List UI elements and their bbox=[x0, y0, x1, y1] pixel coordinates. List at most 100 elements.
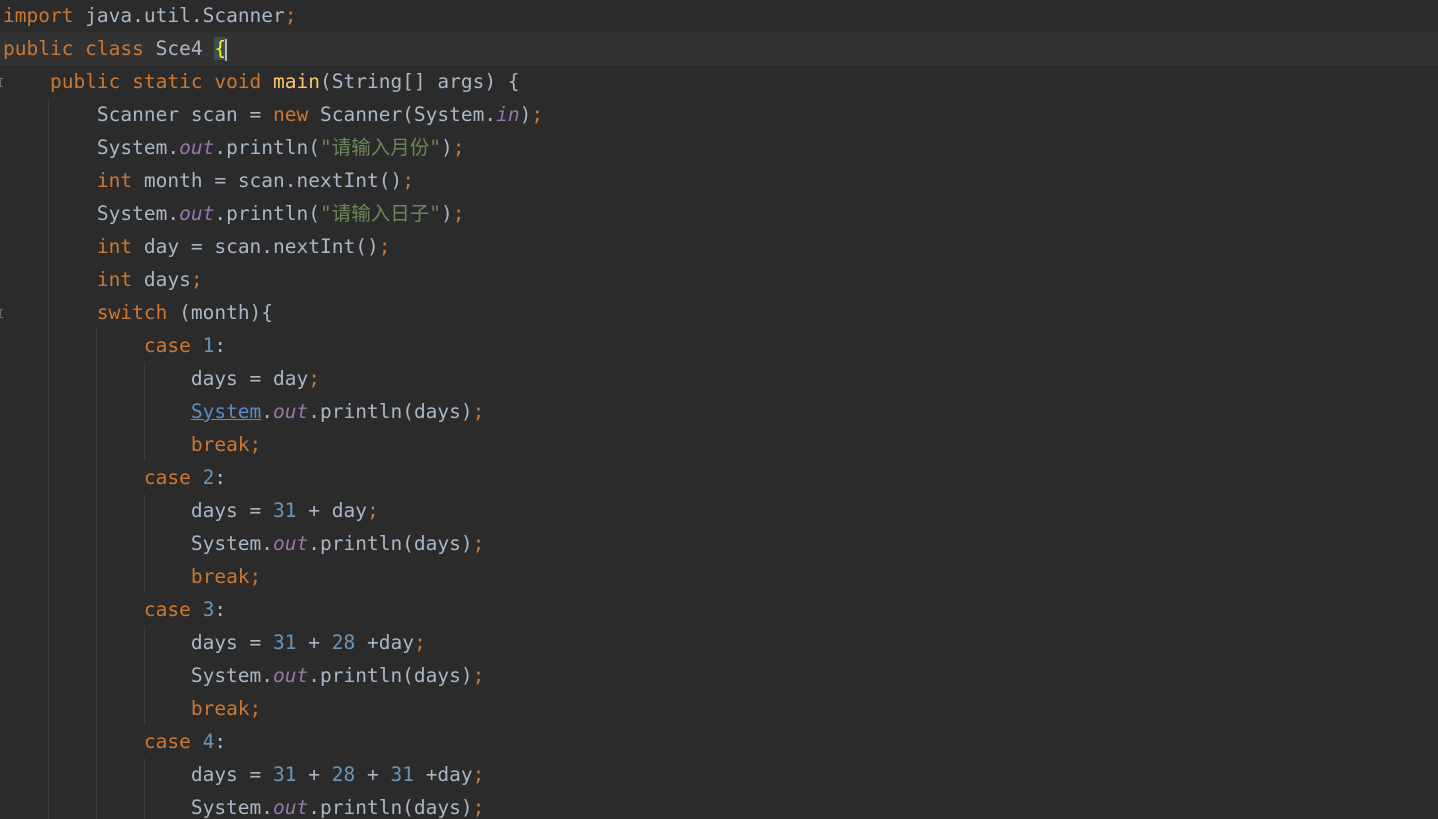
code-token: day = scan.nextInt() bbox=[132, 235, 379, 258]
code-token: out bbox=[273, 796, 309, 819]
code-line[interactable]: import java.util.Scanner; bbox=[0, 0, 1438, 32]
code-token: in bbox=[496, 103, 520, 126]
code-line[interactable]: case 3: bbox=[0, 593, 1438, 626]
code-line[interactable]: int days; bbox=[0, 263, 1438, 296]
code-token: .println( bbox=[214, 202, 321, 225]
code-text: System.out.println(days); bbox=[3, 527, 485, 560]
code-token: ; bbox=[472, 664, 485, 687]
code-text: days = 31 + 28 +day; bbox=[3, 626, 426, 659]
code-token: case bbox=[143, 334, 191, 357]
code-editor[interactable]: import java.util.Scanner; public class Sc… bbox=[0, 0, 1438, 819]
code-line[interactable]: days = 31 + 28 + 31 +day; bbox=[0, 758, 1438, 791]
code-token: 31 bbox=[273, 499, 297, 522]
code-line[interactable]: System.out.println("请输入月份"); bbox=[0, 131, 1438, 164]
code-token: +day bbox=[413, 763, 473, 786]
code-text: case 1: bbox=[3, 329, 226, 362]
code-token: + day bbox=[296, 499, 367, 522]
code-text: int days; bbox=[3, 263, 203, 296]
class-reference-link[interactable]: System bbox=[191, 400, 261, 423]
code-token: 3 bbox=[202, 598, 215, 621]
code-text: System.out.println("请输入月份"); bbox=[3, 131, 465, 164]
code-token: System. bbox=[3, 136, 180, 159]
code-token: . bbox=[261, 400, 274, 423]
code-token: + bbox=[296, 631, 332, 654]
code-line[interactable]: System.out.println("请输入日子"); bbox=[0, 197, 1438, 230]
code-token: ; bbox=[472, 763, 485, 786]
code-line[interactable]: Scanner scan = new Scanner(System.in); bbox=[0, 98, 1438, 131]
code-text: days = 31 + 28 + 31 +day; bbox=[3, 758, 485, 791]
code-line[interactable]: System.out.println(days); bbox=[0, 659, 1438, 692]
code-token: out bbox=[273, 400, 309, 423]
code-token: .println(days) bbox=[308, 664, 473, 687]
code-text: break; bbox=[3, 560, 261, 593]
code-token: : bbox=[214, 598, 227, 621]
code-token: int bbox=[96, 268, 133, 291]
code-line[interactable]: System.out.println(days); bbox=[0, 791, 1438, 819]
code-line[interactable]: case 4: bbox=[0, 725, 1438, 758]
code-line[interactable]: case 2: bbox=[0, 461, 1438, 494]
code-text: case 3: bbox=[3, 593, 226, 626]
code-token: ; bbox=[472, 532, 485, 555]
code-line[interactable]: public static void main(String[] args) { bbox=[0, 65, 1438, 98]
code-token: .println(days) bbox=[308, 796, 473, 819]
code-token: switch bbox=[96, 301, 168, 324]
code-token: ; bbox=[452, 136, 465, 159]
fold-marker-icon[interactable] bbox=[0, 78, 3, 87]
fold-marker-icon[interactable] bbox=[0, 309, 3, 318]
code-text: days = day; bbox=[3, 362, 320, 395]
code-token: (String[] args) { bbox=[320, 70, 520, 93]
code-token: ; bbox=[308, 367, 320, 390]
code-line[interactable]: case 1: bbox=[0, 329, 1438, 362]
code-text: System.out.println(days); bbox=[3, 395, 485, 428]
code-line[interactable]: days = 31 + 28 +day; bbox=[0, 626, 1438, 659]
code-line[interactable]: break; bbox=[0, 692, 1438, 725]
code-token: ; bbox=[472, 400, 485, 423]
code-token: 31 bbox=[273, 631, 297, 654]
code-token: days = bbox=[3, 499, 274, 522]
code-token: import bbox=[3, 4, 74, 27]
code-token: ; bbox=[366, 499, 379, 522]
code-line[interactable]: days = 31 + day; bbox=[0, 494, 1438, 527]
code-token: System. bbox=[3, 664, 274, 687]
code-line[interactable]: days = day; bbox=[0, 362, 1438, 395]
code-token: .println(days) bbox=[308, 400, 473, 423]
code-text: days = 31 + day; bbox=[3, 494, 379, 527]
code-line[interactable]: break; bbox=[0, 560, 1438, 593]
code-token: case bbox=[143, 598, 191, 621]
code-line[interactable]: public class Sce4 { bbox=[0, 32, 1438, 65]
code-token: java.util.Scanner bbox=[73, 4, 285, 27]
code-token: main bbox=[273, 70, 321, 93]
code-token: .println(days) bbox=[308, 532, 473, 555]
code-text: Scanner scan = new Scanner(System.in); bbox=[3, 98, 543, 131]
code-token: days bbox=[132, 268, 191, 291]
code-token: ; bbox=[378, 235, 391, 258]
code-token: days = day bbox=[3, 367, 309, 390]
code-token: .println( bbox=[214, 136, 321, 159]
code-token: month = scan.nextInt() bbox=[132, 169, 403, 192]
code-line[interactable]: int day = scan.nextInt(); bbox=[0, 230, 1438, 263]
code-text: System.out.println(days); bbox=[3, 791, 485, 819]
code-line[interactable]: break; bbox=[0, 428, 1438, 461]
code-token: ; bbox=[472, 796, 485, 819]
code-token: 31 bbox=[273, 763, 297, 786]
code-token: new bbox=[273, 103, 309, 126]
code-token: ; bbox=[284, 4, 297, 27]
code-line[interactable]: switch (month){ bbox=[0, 296, 1438, 329]
code-token: 1 bbox=[202, 334, 215, 357]
code-line[interactable]: System.out.println(days); bbox=[0, 527, 1438, 560]
code-line[interactable]: int month = scan.nextInt(); bbox=[0, 164, 1438, 197]
code-token: out bbox=[179, 202, 215, 225]
code-line[interactable]: System.out.println(days); bbox=[0, 395, 1438, 428]
code-token: 28 bbox=[331, 631, 356, 654]
code-token: (month){ bbox=[167, 301, 274, 324]
code-token: break; bbox=[190, 433, 262, 456]
